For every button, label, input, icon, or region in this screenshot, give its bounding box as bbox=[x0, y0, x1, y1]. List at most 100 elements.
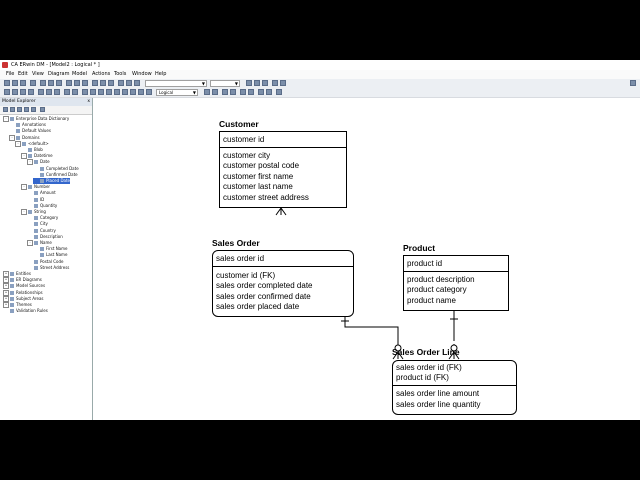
relationship-sales-order-line[interactable] bbox=[344, 315, 399, 359]
expand-icon[interactable]: + bbox=[3, 283, 9, 290]
menu-diagram[interactable]: Diagram bbox=[48, 70, 69, 79]
redo-icon[interactable] bbox=[266, 89, 272, 95]
copy-icon[interactable] bbox=[48, 80, 54, 86]
font-combo[interactable]: ▼ bbox=[145, 80, 207, 87]
tree-item[interactable]: Validation Rules bbox=[3, 308, 48, 314]
tree-item[interactable]: + Subject Areas bbox=[3, 295, 44, 302]
tree-item[interactable]: Category bbox=[27, 215, 58, 221]
tree-item[interactable]: - Domains bbox=[9, 134, 40, 141]
expand-icon[interactable]: + bbox=[3, 302, 9, 308]
tree-item[interactable]: First Name bbox=[33, 246, 68, 252]
attribute[interactable]: product name bbox=[407, 296, 456, 305]
new-icon[interactable] bbox=[4, 80, 10, 86]
collapse-icon[interactable]: - bbox=[15, 140, 21, 147]
collapse-icon[interactable]: - bbox=[9, 134, 15, 141]
cut-icon[interactable] bbox=[40, 80, 46, 86]
tree-item[interactable]: City bbox=[27, 221, 48, 227]
tree-item[interactable]: Postal Code bbox=[27, 259, 63, 265]
tree-item[interactable]: + Entities bbox=[3, 271, 31, 277]
expand-icon[interactable]: + bbox=[3, 271, 9, 277]
save-icon[interactable] bbox=[20, 80, 26, 86]
entity-product[interactable]: product id product description product c… bbox=[403, 255, 509, 311]
refresh-icon[interactable] bbox=[31, 107, 36, 112]
expand-icon[interactable]: + bbox=[3, 295, 9, 302]
entity-sales-order-line[interactable]: sales order id (FK) product id (FK) sale… bbox=[392, 360, 517, 415]
tree-item[interactable]: + Themes bbox=[3, 302, 32, 308]
logical-physical-combo[interactable]: Logical ▼ bbox=[156, 89, 198, 96]
print-icon[interactable] bbox=[30, 80, 36, 86]
entity-display-icon[interactable] bbox=[82, 89, 88, 95]
menu-window[interactable]: Window bbox=[132, 70, 152, 79]
menu-actions[interactable]: Actions bbox=[92, 70, 110, 79]
size-combo[interactable]: ▼ bbox=[210, 80, 240, 87]
collapse-icon[interactable]: - bbox=[21, 184, 27, 191]
attribute[interactable]: sales order placed date bbox=[216, 302, 299, 311]
forward-engineer-icon[interactable] bbox=[12, 89, 18, 95]
key-attribute[interactable]: customer id bbox=[223, 135, 264, 144]
tree-item[interactable]: Street Address bbox=[27, 265, 69, 271]
attribute[interactable]: customer first name bbox=[223, 172, 293, 181]
fk-display-icon[interactable] bbox=[106, 89, 112, 95]
key-attribute[interactable]: sales order id (FK) bbox=[396, 363, 462, 372]
attribute[interactable]: customer street address bbox=[223, 193, 309, 202]
bold-icon[interactable] bbox=[126, 80, 132, 86]
paste-icon[interactable] bbox=[56, 80, 62, 86]
model-icon[interactable] bbox=[4, 89, 10, 95]
tree-item[interactable]: Completed Date bbox=[33, 166, 79, 172]
tree-item[interactable]: + Model Sources bbox=[3, 283, 45, 290]
note-icon[interactable] bbox=[114, 89, 120, 95]
key-attribute[interactable]: product id (FK) bbox=[396, 373, 449, 382]
complete-compare-icon[interactable] bbox=[28, 89, 34, 95]
pointer-icon[interactable] bbox=[92, 80, 98, 86]
zoom-fit-icon[interactable] bbox=[82, 80, 88, 86]
domain-icon[interactable] bbox=[54, 89, 60, 95]
attribute[interactable]: sales order line quantity bbox=[396, 400, 481, 409]
derive-icon[interactable] bbox=[248, 89, 254, 95]
view-icon[interactable] bbox=[138, 89, 144, 95]
key-attribute[interactable]: sales order id bbox=[216, 254, 264, 263]
key-display-icon[interactable] bbox=[98, 89, 104, 95]
mart-open-icon[interactable] bbox=[222, 89, 228, 95]
text-tool-icon[interactable] bbox=[118, 80, 124, 86]
zoom-out-icon[interactable] bbox=[74, 80, 80, 86]
font-color-icon[interactable] bbox=[246, 80, 252, 86]
subject-area-icon[interactable] bbox=[46, 89, 52, 95]
properties-icon[interactable] bbox=[17, 107, 22, 112]
tree-item[interactable]: Confirmed Date bbox=[33, 172, 78, 178]
mart-icon[interactable] bbox=[212, 89, 218, 95]
menu-view[interactable]: View bbox=[32, 70, 44, 79]
table-icon[interactable] bbox=[130, 89, 136, 95]
report-icon[interactable] bbox=[38, 89, 44, 95]
tree-item[interactable]: - Datetime bbox=[21, 153, 53, 160]
attribute[interactable]: sales order completed date bbox=[216, 281, 313, 290]
collapse-icon[interactable]: - bbox=[3, 116, 9, 122]
attribute[interactable]: customer last name bbox=[223, 182, 293, 191]
zoom-in-icon[interactable] bbox=[66, 80, 72, 86]
tree-item[interactable]: + Relationships bbox=[3, 289, 43, 296]
tree-item[interactable]: - Date bbox=[27, 159, 50, 166]
menu-edit[interactable]: Edit bbox=[18, 70, 28, 79]
physical-switch-icon[interactable] bbox=[204, 89, 210, 95]
entity-sales-order[interactable]: sales order id customer id (FK) sales or… bbox=[212, 250, 354, 317]
tree-item[interactable]: - Enterprise Data Dictionary bbox=[3, 116, 69, 122]
transform-icon[interactable] bbox=[240, 89, 246, 95]
display-level-icon[interactable] bbox=[72, 89, 78, 95]
attribute[interactable]: customer postal code bbox=[223, 161, 299, 170]
reverse-engineer-icon[interactable] bbox=[20, 89, 26, 95]
collapse-icon[interactable]: - bbox=[21, 153, 27, 160]
list-view-icon[interactable] bbox=[10, 107, 15, 112]
entity-customer[interactable]: customer id customer city customer posta… bbox=[219, 131, 347, 208]
tree-item[interactable]: Default Values bbox=[9, 128, 51, 134]
attribute[interactable]: customer city bbox=[223, 151, 270, 160]
attribute[interactable]: product description bbox=[407, 275, 475, 284]
menu-tools[interactable]: Tools bbox=[114, 70, 126, 79]
line-color-icon[interactable] bbox=[262, 80, 268, 86]
grid-icon[interactable] bbox=[146, 89, 152, 95]
tree-item[interactable]: - String bbox=[21, 209, 46, 215]
fill-color-icon[interactable] bbox=[254, 80, 260, 86]
expand-icon[interactable]: + bbox=[3, 277, 9, 284]
tree-item[interactable]: + ER Diagrams bbox=[3, 277, 42, 284]
mart-save-icon[interactable] bbox=[230, 89, 236, 95]
tree-item[interactable]: ID bbox=[27, 197, 44, 203]
close-icon[interactable]: x bbox=[87, 98, 90, 106]
